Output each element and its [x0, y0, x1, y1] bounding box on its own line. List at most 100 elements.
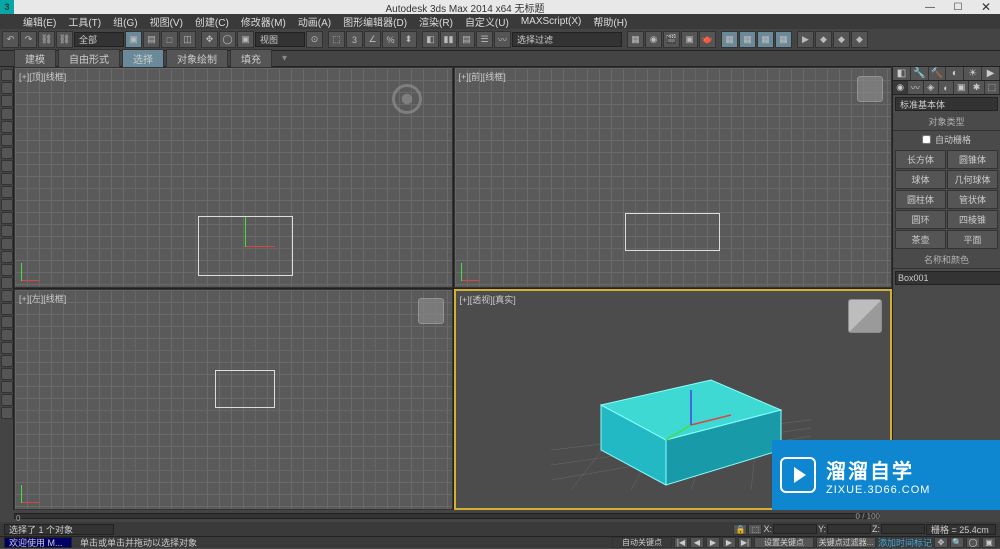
tab-create[interactable]: ◉	[893, 81, 908, 94]
lt-btn[interactable]	[1, 95, 13, 107]
rendered-frame-button[interactable]: ▣	[681, 31, 698, 48]
object-name-input[interactable]	[895, 271, 1000, 285]
lt-btn[interactable]	[1, 147, 13, 159]
lt-btn[interactable]	[1, 121, 13, 133]
prim-geosphere[interactable]: 几何球体	[947, 170, 998, 189]
curveeditor-button[interactable]: 〰	[494, 31, 511, 48]
coord-select[interactable]: 视图	[255, 32, 305, 47]
tab-utilities[interactable]: ✱	[969, 81, 984, 94]
ribbon-tab-objpaint[interactable]: 对象绘制	[166, 49, 228, 68]
goto-start-button[interactable]: |◀	[674, 537, 688, 548]
named-sel-button[interactable]: ◧	[422, 31, 439, 48]
vp4-button[interactable]: ▦	[775, 31, 792, 48]
move-button[interactable]: ✥	[201, 31, 218, 48]
lt-btn[interactable]	[1, 134, 13, 146]
prim-box[interactable]: 长方体	[895, 150, 946, 169]
snap3d-button[interactable]: 3	[346, 31, 363, 48]
ribbon-tab-select[interactable]: 选择	[122, 49, 164, 68]
viewport-label[interactable]: [+][前][线框]	[459, 70, 506, 83]
lock-button[interactable]: 🔒	[733, 524, 747, 535]
ribbon-tab-fill[interactable]: 填充	[230, 49, 272, 68]
viewport-label[interactable]: [+][左][线框]	[19, 292, 66, 305]
prim-sphere[interactable]: 球体	[895, 170, 946, 189]
autogrid-checkbox[interactable]	[922, 135, 931, 144]
viewport-label[interactable]: [+][透视][真实]	[460, 293, 516, 306]
prim-pyramid[interactable]: 四棱锥	[947, 210, 998, 229]
menu-help[interactable]: 帮助(H)	[588, 14, 632, 29]
lt-btn[interactable]	[1, 108, 13, 120]
z-input[interactable]	[881, 524, 925, 534]
lt-btn[interactable]	[1, 407, 13, 419]
percent-snap-button[interactable]: %	[382, 31, 399, 48]
setkey-button[interactable]: 设置关键点	[754, 537, 814, 548]
app-icon[interactable]: 3	[0, 0, 14, 14]
prim-tube[interactable]: 管状体	[947, 190, 998, 209]
pivot-button[interactable]: ⊙	[306, 31, 323, 48]
vp2-button[interactable]: ▦	[739, 31, 756, 48]
material-button[interactable]: ◉	[645, 31, 662, 48]
panel-util-button[interactable]: 🔧	[911, 67, 929, 80]
lt-btn[interactable]	[1, 212, 13, 224]
panel-display-button[interactable]: ◧	[893, 67, 911, 80]
lt-btn[interactable]	[1, 381, 13, 393]
menu-tools[interactable]: 工具(T)	[63, 14, 106, 29]
panel-motion-button[interactable]: ▶	[982, 67, 1000, 80]
ribbon-tab-modeling[interactable]: 建模	[14, 49, 56, 68]
minimize-button[interactable]: —	[916, 0, 944, 14]
tab-modify[interactable]: 〰	[908, 81, 923, 94]
lt-btn[interactable]	[1, 329, 13, 341]
lt-btn[interactable]	[1, 69, 13, 81]
play-button[interactable]: ▶	[706, 537, 720, 548]
ribbon-collapse-icon[interactable]: ▾	[282, 53, 287, 64]
menu-graph[interactable]: 图形编辑器(D)	[338, 14, 412, 29]
window-crossing-button[interactable]: ◫	[179, 31, 196, 48]
lt-btn[interactable]	[1, 394, 13, 406]
tab-extra[interactable]: ⬚	[985, 81, 1000, 94]
lt-btn[interactable]	[1, 316, 13, 328]
select-name-button[interactable]: ▤	[143, 31, 160, 48]
maximize-button[interactable]: ☐	[944, 0, 972, 14]
nav-orbit-button[interactable]: ◯	[966, 537, 980, 548]
select-button[interactable]: ▣	[125, 31, 142, 48]
namedset-select[interactable]: 选择过滤	[512, 32, 622, 47]
lt-btn[interactable]	[1, 264, 13, 276]
nav-max-button[interactable]: ▣	[982, 537, 996, 548]
lt-btn[interactable]	[1, 186, 13, 198]
timeline-track[interactable]	[14, 513, 880, 519]
vp3-button[interactable]: ▦	[757, 31, 774, 48]
prim-plane[interactable]: 平面	[947, 230, 998, 249]
lt-btn[interactable]	[1, 368, 13, 380]
autokey-button[interactable]: 自动关键点	[612, 537, 672, 548]
x-input[interactable]	[773, 524, 817, 534]
lt-btn[interactable]	[1, 238, 13, 250]
ribbon-tab-freeform[interactable]: 自由形式	[58, 49, 120, 68]
lt-btn[interactable]	[1, 225, 13, 237]
vp1-button[interactable]: ▦	[721, 31, 738, 48]
extra1-button[interactable]: ◆	[815, 31, 832, 48]
menu-group[interactable]: 组(G)	[108, 14, 142, 29]
timeline[interactable]: 0 0 / 100	[0, 510, 1000, 522]
next-frame-button[interactable]: ▶	[722, 537, 736, 548]
rotate-button[interactable]: ◯	[219, 31, 236, 48]
lt-btn[interactable]	[1, 160, 13, 172]
viewcube-icon[interactable]	[857, 76, 883, 102]
tab-display[interactable]: ▣	[954, 81, 969, 94]
filter-select[interactable]: 全部	[74, 32, 124, 47]
lt-btn[interactable]	[1, 303, 13, 315]
lt-btn[interactable]	[1, 251, 13, 263]
unlink-button[interactable]: ⛓	[56, 31, 73, 48]
viewport-front[interactable]: [+][前][线框]	[454, 67, 893, 288]
extra2-button[interactable]: ◆	[833, 31, 850, 48]
select-rect-button[interactable]: □	[161, 31, 178, 48]
align-button[interactable]: ▤	[458, 31, 475, 48]
lt-btn[interactable]	[1, 199, 13, 211]
panel-more-button[interactable]: ◐	[946, 67, 964, 80]
angle-snap-button[interactable]: ∠	[364, 31, 381, 48]
layers-button[interactable]: ☰	[476, 31, 493, 48]
close-button[interactable]: ✕	[972, 0, 1000, 14]
lt-btn[interactable]	[1, 277, 13, 289]
menu-create[interactable]: 创建(C)	[190, 14, 234, 29]
prim-torus[interactable]: 圆环	[895, 210, 946, 229]
rollout-namecolor[interactable]: 名称和颜色	[893, 251, 1000, 269]
tab-motion[interactable]: ◐	[939, 81, 954, 94]
